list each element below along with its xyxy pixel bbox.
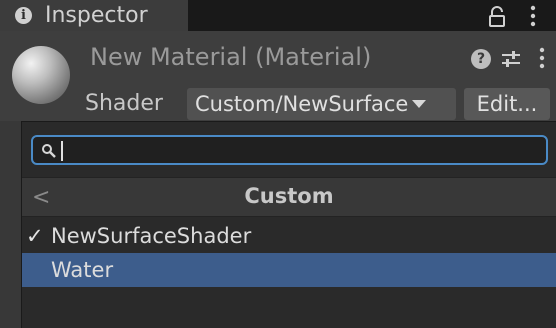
category-title: Custom [244,184,334,208]
lock-icon[interactable] [486,6,508,28]
list-item-selected[interactable]: Water [22,253,556,287]
material-header: New Material (Material) ? Shader Custom/… [0,31,556,121]
search-field[interactable] [31,135,548,165]
presets-sliders-icon[interactable] [500,48,522,70]
shader-dropdown-value: Custom/NewSurface [195,92,409,116]
info-icon: i [15,7,32,24]
material-preview-sphere [12,46,70,104]
help-icon[interactable]: ? [471,49,491,69]
list-item-label: NewSurfaceShader [51,224,252,248]
edit-shader-button[interactable]: Edit... [464,88,550,120]
more-options-icon[interactable] [537,46,547,70]
shader-label: Shader [85,91,163,116]
more-options-icon[interactable] [528,4,538,28]
material-title: New Material (Material) [90,43,372,71]
search-input[interactable] [61,140,535,162]
list-item[interactable]: ✓ NewSurfaceShader [22,219,556,253]
checkmark-icon: ✓ [26,224,44,248]
category-nav: < Custom [22,177,556,217]
search-icon [42,144,56,158]
chevron-down-icon [412,100,427,108]
text-cursor [61,141,63,161]
shader-selection-popup: < Custom ✓ NewSurfaceShader Water [21,121,556,328]
tab-inspector[interactable]: i Inspector [0,0,188,31]
tab-label: Inspector [45,3,148,28]
list-item-label: Water [51,258,114,282]
tab-bar: i Inspector [0,0,556,31]
shader-dropdown[interactable]: Custom/NewSurface [187,88,456,120]
